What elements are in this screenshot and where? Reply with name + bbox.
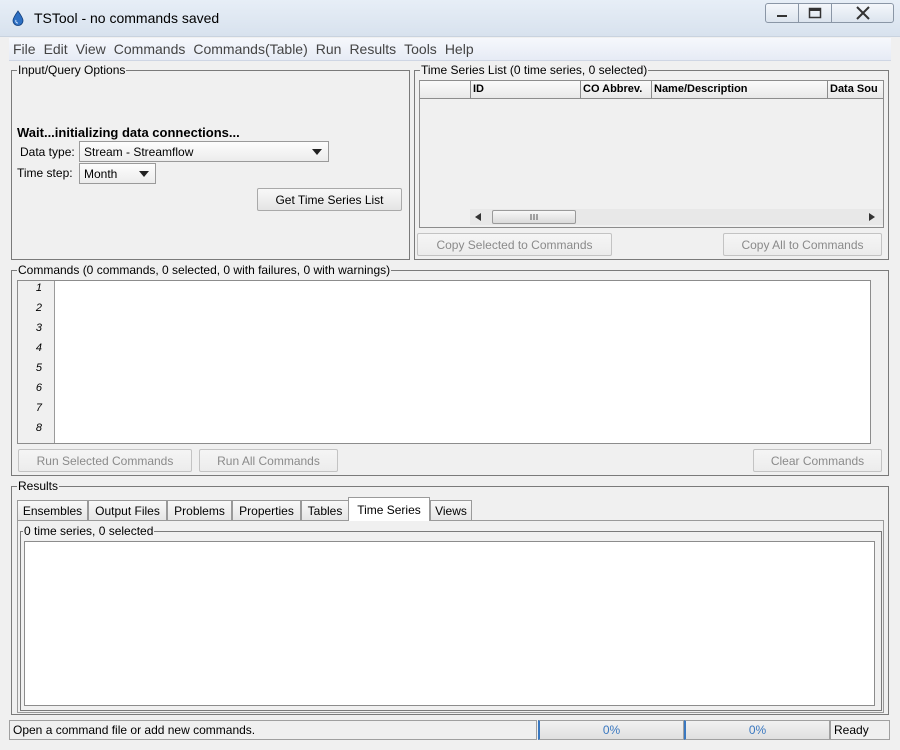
line-number-gutter: 1 2 3 4 5 6 7 8 xyxy=(18,281,55,443)
menu-commands[interactable]: Commands xyxy=(110,41,190,57)
copy-selected-to-commands-button[interactable]: Copy Selected to Commands xyxy=(417,233,612,256)
line-number: 3 xyxy=(35,322,42,334)
data-type-value: Stream - Streamflow xyxy=(84,144,194,159)
time-step-value: Month xyxy=(84,166,118,181)
menu-file[interactable]: File xyxy=(9,41,40,57)
copy-all-to-commands-button[interactable]: Copy All to Commands xyxy=(723,233,882,256)
water-drop-icon xyxy=(12,10,24,26)
chevron-down-icon xyxy=(312,148,322,155)
data-type-label: Data type: xyxy=(20,145,75,159)
progress-bar-2: 0% xyxy=(684,720,830,740)
time-series-table[interactable]: ID CO Abbrev. Name/Description Data Sou xyxy=(419,80,884,228)
time-step-select[interactable]: Month xyxy=(79,163,156,184)
commands-label: Commands (0 commands, 0 selected, 0 with… xyxy=(17,263,392,277)
scrollbar-thumb[interactable] xyxy=(492,210,576,224)
time-series-results-list[interactable] xyxy=(24,541,875,706)
status-message: Open a command file or add new commands. xyxy=(9,720,537,740)
progress-bar-1: 0% xyxy=(538,720,684,740)
minimize-button[interactable] xyxy=(765,3,799,23)
commands-list[interactable]: 1 2 3 4 5 6 7 8 xyxy=(17,280,871,444)
maximize-icon xyxy=(808,7,822,19)
line-number: 8 xyxy=(35,422,42,434)
clear-commands-button[interactable]: Clear Commands xyxy=(753,449,882,472)
menu-run[interactable]: Run xyxy=(312,41,346,57)
line-number: 4 xyxy=(35,342,42,354)
line-number: 7 xyxy=(35,402,42,414)
column-header-co-abbrev[interactable]: CO Abbrev. xyxy=(580,81,652,99)
line-number: 5 xyxy=(35,362,42,374)
column-header-data-source[interactable]: Data Sou xyxy=(827,81,883,99)
title-bar: TSTool - no commands saved xyxy=(0,0,900,37)
results-label: Results xyxy=(17,479,60,493)
tab-output-files[interactable]: Output Files xyxy=(88,500,167,520)
menu-commands-table[interactable]: Commands(Table) xyxy=(189,41,311,57)
horizontal-scrollbar[interactable] xyxy=(470,209,883,225)
grip-icon xyxy=(530,214,538,220)
time-step-label: Time step: xyxy=(17,166,73,180)
tab-ensembles[interactable]: Ensembles xyxy=(17,500,88,520)
window-title: TSTool - no commands saved xyxy=(34,10,220,26)
line-number: 2 xyxy=(35,302,42,314)
input-query-label: Input/Query Options xyxy=(17,63,127,77)
tab-time-series[interactable]: Time Series xyxy=(348,497,430,521)
menu-view[interactable]: View xyxy=(72,41,110,57)
close-icon xyxy=(855,6,870,20)
column-header-name-description[interactable]: Name/Description xyxy=(651,81,828,99)
get-time-series-list-button[interactable]: Get Time Series List xyxy=(257,188,402,211)
time-series-results-label: 0 time series, 0 selected xyxy=(23,524,155,538)
menu-bar: File Edit View Commands Commands(Table) … xyxy=(9,38,891,61)
run-selected-commands-button[interactable]: Run Selected Commands xyxy=(18,449,192,472)
maximize-button[interactable] xyxy=(798,3,832,23)
line-number: 6 xyxy=(35,382,42,394)
line-number: 1 xyxy=(35,282,42,294)
tab-tables[interactable]: Tables xyxy=(301,500,349,520)
tab-problems[interactable]: Problems xyxy=(167,500,232,520)
menu-results[interactable]: Results xyxy=(345,41,400,57)
column-header-blank xyxy=(420,81,471,99)
status-state: Ready xyxy=(830,720,890,740)
wait-message: Wait...initializing data connections... xyxy=(17,125,240,140)
menu-help[interactable]: Help xyxy=(441,41,478,57)
column-header-id[interactable]: ID xyxy=(470,81,581,99)
scroll-left-icon[interactable] xyxy=(475,213,481,221)
data-type-select[interactable]: Stream - Streamflow xyxy=(79,141,329,162)
tab-views[interactable]: Views xyxy=(430,500,472,520)
time-series-list-label: Time Series List (0 time series, 0 selec… xyxy=(420,63,649,77)
close-button[interactable] xyxy=(831,3,894,23)
menu-tools[interactable]: Tools xyxy=(400,41,441,57)
run-all-commands-button[interactable]: Run All Commands xyxy=(199,449,338,472)
minimize-icon xyxy=(777,15,787,17)
menu-edit[interactable]: Edit xyxy=(40,41,72,57)
scroll-right-icon[interactable] xyxy=(869,213,875,221)
tab-properties[interactable]: Properties xyxy=(232,500,301,520)
chevron-down-icon xyxy=(139,170,149,177)
input-query-panel: Input/Query Options xyxy=(11,63,410,260)
